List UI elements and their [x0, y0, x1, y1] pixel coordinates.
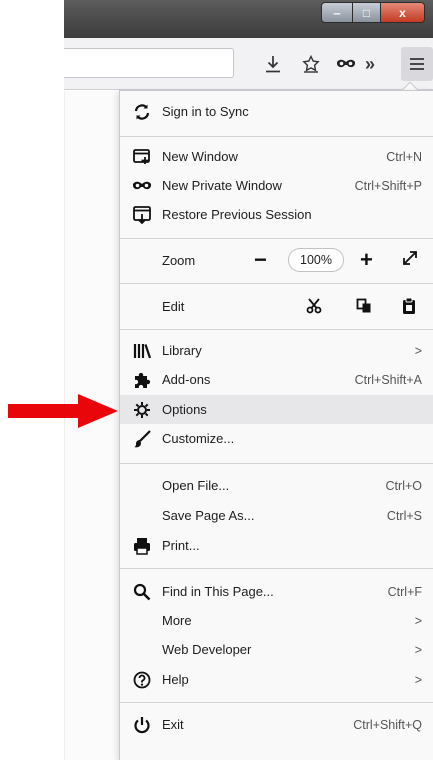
search-input[interactable]: [64, 48, 234, 78]
menu-item-more[interactable]: More >: [120, 606, 433, 635]
chevron-right-icon: >: [414, 613, 422, 628]
menu-separator: [120, 463, 433, 464]
menu-item-sign-in[interactable]: Sign in to Sync: [120, 97, 433, 126]
new-private-window-label: New Private Window: [162, 178, 282, 193]
zoom-out-button[interactable]: −: [254, 247, 267, 273]
menu-item-open-file[interactable]: Open File... Ctrl+O: [120, 471, 433, 500]
sync-icon: [132, 102, 152, 122]
menu-item-options[interactable]: Options: [120, 395, 433, 424]
sign-in-label: Sign in to Sync: [162, 104, 249, 119]
menu-item-save-page[interactable]: Save Page As... Ctrl+S: [120, 501, 433, 530]
menu-separator: [120, 568, 433, 569]
menu-separator: [120, 283, 433, 284]
zoom-in-button[interactable]: +: [360, 247, 373, 273]
main-menu-panel: Sign in to Sync New Window Ctrl+N New Pr…: [119, 90, 433, 760]
chevron-right-icon: >: [414, 343, 422, 358]
power-icon: [132, 715, 152, 735]
new-window-icon: [132, 147, 152, 167]
window-titlebar: ‒ □ x: [64, 0, 433, 38]
menu-separator: [120, 329, 433, 330]
restore-session-label: Restore Previous Session: [162, 207, 312, 222]
menu-item-library[interactable]: Library >: [120, 336, 433, 365]
downloads-icon[interactable]: [262, 52, 284, 76]
edit-label: Edit: [162, 298, 185, 314]
zoom-controls: Zoom − 100% +: [120, 244, 433, 276]
window-controls: ‒ □ x: [321, 2, 425, 23]
maximize-icon: □: [362, 5, 371, 20]
menu-separator: [120, 702, 433, 703]
new-window-shortcut: Ctrl+N: [386, 149, 422, 164]
add-ons-shortcut: Ctrl+Shift+A: [354, 372, 422, 387]
maximize-button[interactable]: □: [353, 2, 381, 23]
add-ons-label: Add-ons: [162, 372, 211, 387]
zoom-reset-button[interactable]: 100%: [288, 248, 344, 272]
menu-item-web-developer[interactable]: Web Developer >: [120, 635, 433, 664]
gear-icon: [132, 400, 152, 420]
overflow-chevron-icon[interactable]: »: [360, 52, 380, 76]
menu-separator: [120, 136, 433, 137]
exit-label: Exit: [162, 717, 184, 732]
more-label: More: [162, 613, 192, 628]
library-icon: [132, 341, 152, 361]
options-label: Options: [162, 402, 207, 417]
menu-item-exit[interactable]: Exit Ctrl+Shift+Q: [120, 710, 433, 739]
new-window-label: New Window: [162, 149, 238, 164]
menu-item-add-ons[interactable]: Add-ons Ctrl+Shift+A: [120, 365, 433, 394]
minimize-icon: ‒: [333, 5, 341, 20]
customize-label: Customize...: [162, 431, 235, 446]
puzzle-piece-icon: [132, 370, 152, 390]
menu-item-find[interactable]: Find in This Page... Ctrl+F: [120, 577, 433, 606]
menu-item-customize[interactable]: Customize...: [120, 424, 433, 453]
paintbrush-icon: [132, 429, 152, 449]
chevron-right-icon: >: [414, 672, 422, 687]
cut-icon[interactable]: [303, 295, 325, 317]
find-label: Find in This Page...: [162, 584, 274, 599]
search-icon: [132, 582, 152, 602]
restore-session-icon: [132, 205, 152, 225]
close-button[interactable]: x: [381, 2, 425, 23]
edit-controls: Edit: [120, 290, 433, 322]
print-label: Print...: [162, 538, 200, 553]
help-label: Help: [162, 672, 189, 687]
web-developer-label: Web Developer: [162, 642, 252, 657]
private-mask-icon: [132, 176, 152, 196]
save-page-shortcut: Ctrl+S: [386, 508, 422, 523]
menu-item-restore-session[interactable]: Restore Previous Session: [120, 200, 433, 229]
menu-item-print[interactable]: Print...: [120, 531, 433, 560]
paste-icon[interactable]: [398, 295, 420, 317]
copy-icon[interactable]: [353, 295, 375, 317]
hamburger-menu-icon[interactable]: [405, 52, 429, 76]
menu-item-new-private-window[interactable]: New Private Window Ctrl+Shift+P: [120, 171, 433, 200]
minimize-button[interactable]: ‒: [321, 2, 353, 23]
find-shortcut: Ctrl+F: [387, 584, 422, 599]
open-file-shortcut: Ctrl+O: [385, 478, 422, 493]
fullscreen-icon[interactable]: [402, 250, 418, 271]
library-label: Library: [162, 343, 202, 358]
zoom-label: Zoom: [162, 252, 196, 268]
menu-item-help[interactable]: Help >: [120, 665, 433, 694]
save-page-label: Save Page As...: [162, 508, 255, 523]
close-icon: x: [399, 5, 406, 20]
private-mask-icon[interactable]: [334, 52, 358, 76]
menu-separator: [120, 238, 433, 239]
annotation-arrow-icon: [8, 394, 120, 431]
open-file-label: Open File...: [162, 478, 230, 493]
help-icon: [132, 670, 152, 690]
chevron-right-icon: >: [414, 642, 422, 657]
menu-item-new-window[interactable]: New Window Ctrl+N: [120, 142, 433, 171]
printer-icon: [132, 536, 152, 556]
bookmark-star-icon[interactable]: [299, 52, 323, 76]
exit-shortcut: Ctrl+Shift+Q: [353, 717, 422, 732]
new-private-window-shortcut: Ctrl+Shift+P: [354, 178, 422, 193]
